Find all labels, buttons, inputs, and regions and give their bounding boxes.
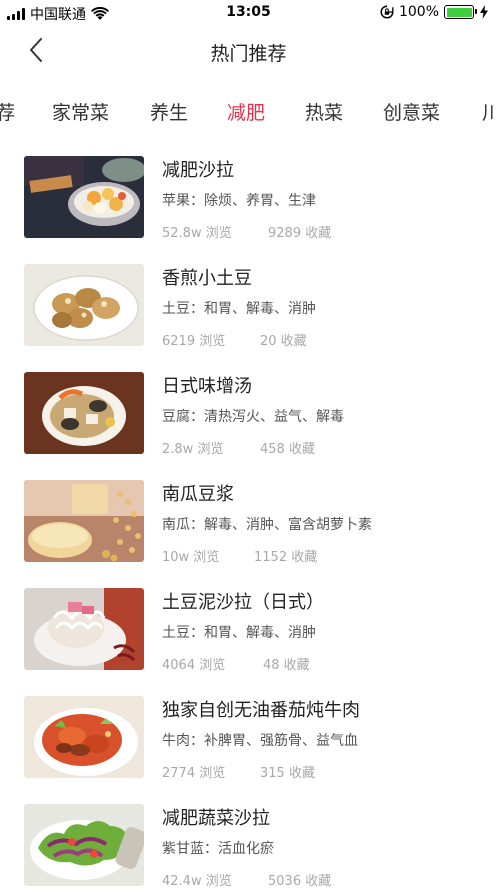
status-right-group: 100% [380, 4, 489, 20]
tab-home-cooking[interactable]: 家常菜 [52, 98, 109, 125]
favorite-count: 315 收藏 [260, 766, 315, 781]
recipe-title: 减肥沙拉 [162, 160, 234, 181]
tab-weight-loss[interactable]: 减肥 [227, 98, 265, 125]
recipe-photo [24, 480, 144, 562]
recipe-item[interactable]: 减肥沙拉 苹果：除烦、养胃、生津 52.8w 浏览 9289 收藏 [0, 140, 497, 248]
recipe-item[interactable]: 香煎小土豆 土豆：和胃、解毒、消肿 6219 浏览 20 收藏 [0, 248, 497, 356]
recipe-benefits: 南瓜：解毒、消肿、富含胡萝卜素 [162, 517, 372, 533]
favorite-count: 20 收藏 [260, 334, 307, 349]
recipe-photo [24, 696, 144, 778]
favorite-count: 458 收藏 [260, 442, 315, 457]
recipe-title: 独家自创无油番茄炖牛肉 [162, 700, 360, 721]
view-count: 42.4w 浏览 [162, 874, 232, 889]
recipe-benefits: 紫甘蓝：活血化瘀 [162, 841, 274, 857]
view-count: 4064 浏览 [162, 658, 226, 673]
recipe-title: 日式味增汤 [162, 376, 252, 397]
recipe-benefits: 豆腐：清热泻火、益气、解毒 [162, 409, 344, 425]
recipe-item[interactable]: 减肥蔬菜沙拉 紫甘蓝：活血化瘀 42.4w 浏览 5036 收藏 [0, 788, 497, 896]
category-tabs: 荐 家常菜 养生 减肥 热菜 创意菜 川 [0, 80, 497, 140]
status-bar: 中国联通 13:05 100% [0, 0, 497, 26]
favorite-count: 48 收藏 [263, 658, 310, 673]
view-count: 52.8w 浏览 [162, 226, 232, 241]
recipe-benefits: 土豆：和胃、解毒、消肿 [162, 625, 316, 641]
favorite-count: 5036 收藏 [268, 874, 332, 889]
tab-creative[interactable]: 创意菜 [383, 98, 440, 125]
battery-percent: 100% [398, 4, 439, 20]
favorite-count: 1152 收藏 [254, 550, 318, 565]
rotation-lock-icon [380, 5, 394, 19]
tab-jian[interactable]: 荐 [0, 98, 15, 125]
tab-health[interactable]: 养生 [150, 98, 188, 125]
tab-hot-dishes[interactable]: 热菜 [305, 98, 343, 125]
nav-bar: 热门推荐 [0, 26, 497, 76]
recipe-photo [24, 588, 144, 670]
recipe-benefits: 土豆：和胃、解毒、消肿 [162, 301, 316, 317]
view-count: 2774 浏览 [162, 766, 226, 781]
recipe-photo [24, 804, 144, 886]
recipe-benefits: 苹果：除烦、养胃、生津 [162, 193, 316, 209]
recipe-item[interactable]: 土豆泥沙拉（日式） 土豆：和胃、解毒、消肿 4064 浏览 48 收藏 [0, 572, 497, 680]
recipe-photo [24, 372, 144, 454]
recipe-title: 减肥蔬菜沙拉 [162, 808, 270, 829]
recipe-title: 土豆泥沙拉（日式） [162, 592, 324, 613]
view-count: 6219 浏览 [162, 334, 226, 349]
recipe-photo [24, 264, 144, 346]
charging-icon [480, 5, 488, 19]
favorite-count: 9289 收藏 [268, 226, 332, 241]
tab-sichuan[interactable]: 川 [482, 98, 497, 125]
battery-icon [444, 5, 477, 19]
recipe-item[interactable]: 南瓜豆浆 南瓜：解毒、消肿、富含胡萝卜素 10w 浏览 1152 收藏 [0, 464, 497, 572]
recipe-item[interactable]: 日式味增汤 豆腐：清热泻火、益气、解毒 2.8w 浏览 458 收藏 [0, 356, 497, 464]
page-title: 热门推荐 [210, 43, 287, 65]
recipe-title: 南瓜豆浆 [162, 484, 234, 505]
view-count: 10w 浏览 [162, 550, 220, 565]
recipe-benefits: 牛肉：补脾胃、强筋骨、益气血 [162, 733, 358, 749]
view-count: 2.8w 浏览 [162, 442, 224, 457]
recipe-title: 香煎小土豆 [162, 268, 252, 289]
recipe-photo [24, 156, 144, 238]
recipe-item[interactable]: 独家自创无油番茄炖牛肉 牛肉：补脾胃、强筋骨、益气血 2774 浏览 315 收… [0, 680, 497, 788]
